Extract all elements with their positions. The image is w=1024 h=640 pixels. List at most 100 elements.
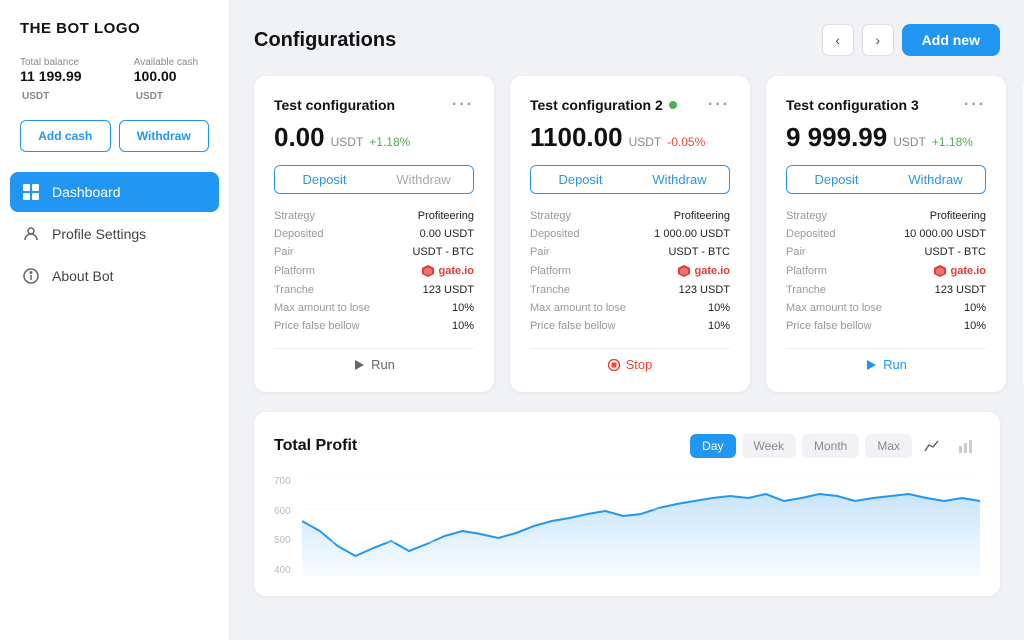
card3-amount-value: 9 999.99 — [786, 122, 887, 153]
withdraw-button[interactable]: Withdraw — [119, 120, 210, 152]
card1-amount-value: 0.00 — [274, 122, 325, 153]
card1-menu[interactable]: ··· — [452, 96, 474, 114]
time-month-button[interactable]: Month — [802, 434, 859, 458]
card1-deposited-row: Deposited 0.00 USDT — [274, 228, 474, 240]
page-title: Configurations — [254, 29, 396, 52]
profit-chart: 700 600 500 400 — [274, 476, 980, 576]
card3-tranche-row: Tranche 123 USDT — [786, 284, 986, 296]
y-label-600: 600 — [274, 506, 291, 517]
card3-withdraw-tab[interactable]: Withdraw — [886, 166, 985, 193]
y-label-400: 400 — [274, 565, 291, 576]
sidebar-logo: THE BOT LOGO — [0, 20, 229, 57]
profit-title: Total Profit — [274, 437, 357, 455]
chart-y-labels: 700 600 500 400 — [274, 476, 291, 576]
user-icon — [22, 225, 40, 243]
card1-pair-row: Pair USDT - BTC — [274, 246, 474, 258]
profit-controls: Day Week Month Max — [690, 432, 980, 460]
sidebar-item-profile[interactable]: Profile Settings — [10, 214, 219, 254]
available-cash-amount: 100.00 USDT — [134, 68, 177, 102]
next-button[interactable]: › — [862, 24, 894, 56]
active-indicator — [669, 101, 677, 109]
card1-run-button[interactable]: Run — [353, 357, 395, 372]
main-header: Configurations ‹ › Add new — [254, 24, 1000, 56]
config-card-3: Test configuration 3 ··· 9 999.99 USDT +… — [766, 76, 1006, 392]
card1-withdraw-tab[interactable]: Withdraw — [374, 166, 473, 193]
y-label-700: 700 — [274, 476, 291, 487]
card3-amount: 9 999.99 USDT +1.18% — [786, 122, 986, 153]
card2-amount-value: 1100.00 — [530, 122, 623, 153]
card1-amount: 0.00 USDT +1.18% — [274, 122, 474, 153]
config-card-2: Test configuration 2 ··· 1100.00 USDT -0… — [510, 76, 750, 392]
info-icon — [22, 267, 40, 285]
card1-platform-row: Platform gate.io — [274, 264, 474, 278]
card3-action: Run — [786, 348, 986, 372]
card3-max-lose-row: Max amount to lose 10% — [786, 302, 986, 314]
card3-header: Test configuration 3 ··· — [786, 96, 986, 114]
card2-stop-button[interactable]: Stop — [608, 357, 653, 372]
card3-deposited-row: Deposited 10 000.00 USDT — [786, 228, 986, 240]
time-max-button[interactable]: Max — [865, 434, 912, 458]
card3-deposit-tab[interactable]: Deposit — [787, 166, 886, 193]
card3-menu[interactable]: ··· — [964, 96, 986, 114]
card1-details: Strategy Profiteering Deposited 0.00 USD… — [274, 210, 474, 332]
sidebar-item-about[interactable]: About Bot — [10, 256, 219, 296]
card2-deposited-row: Deposited 1 000.00 USDT — [530, 228, 730, 240]
card2-currency: USDT — [629, 135, 662, 149]
card1-platform-value: gate.io — [421, 264, 474, 278]
card3-strategy-row: Strategy Profiteering — [786, 210, 986, 222]
sidebar-item-dashboard[interactable]: Dashboard — [10, 172, 219, 212]
time-day-button[interactable]: Day — [690, 434, 735, 458]
card3-title: Test configuration 3 — [786, 97, 919, 113]
card2-deposit-tab[interactable]: Deposit — [531, 166, 630, 193]
line-chart-icon-button[interactable] — [918, 432, 946, 460]
total-balance-label: Total balance — [20, 57, 114, 68]
card2-menu[interactable]: ··· — [708, 96, 730, 114]
card3-pair-row: Pair USDT - BTC — [786, 246, 986, 258]
card2-platform-value: gate.io — [677, 264, 730, 278]
card1-currency: USDT — [331, 135, 364, 149]
grid-icon — [22, 183, 40, 201]
card3-currency: USDT — [893, 135, 926, 149]
bar-chart-icon-button[interactable] — [952, 432, 980, 460]
config-card-1: Test configuration ··· 0.00 USDT +1.18% … — [254, 76, 494, 392]
time-week-button[interactable]: Week — [742, 434, 796, 458]
sidebar-profile-label: Profile Settings — [52, 226, 146, 242]
card2-tranche-row: Tranche 123 USDT — [530, 284, 730, 296]
sidebar-balance: Total balance 11 199.99 USDT Available c… — [0, 57, 229, 120]
card2-price-false-row: Price false bellow 10% — [530, 320, 730, 332]
card3-price-false-row: Price false bellow 10% — [786, 320, 986, 332]
card3-run-button[interactable]: Run — [865, 357, 907, 372]
card2-platform-row: Platform gate.io — [530, 264, 730, 278]
y-label-500: 500 — [274, 535, 291, 546]
sidebar-nav: Dashboard Profile Settings About Bot — [0, 172, 229, 296]
card2-details: Strategy Profiteering Deposited 1 000.00… — [530, 210, 730, 332]
card2-withdraw-tab[interactable]: Withdraw — [630, 166, 729, 193]
add-new-button[interactable]: Add new — [902, 24, 1000, 56]
card3-details: Strategy Profiteering Deposited 10 000.0… — [786, 210, 986, 332]
card2-change: -0.05% — [667, 135, 705, 149]
card2-title: Test configuration 2 — [530, 97, 677, 113]
card2-header: Test configuration 2 ··· — [530, 96, 730, 114]
sidebar-actions: Add cash Withdraw — [0, 120, 229, 172]
card2-strategy-row: Strategy Profiteering — [530, 210, 730, 222]
card3-change: +1.18% — [932, 135, 973, 149]
card3-platform-row: Platform gate.io — [786, 264, 986, 278]
card3-platform-value: gate.io — [933, 264, 986, 278]
card1-action: Run — [274, 348, 474, 372]
main-content: Configurations ‹ › Add new Test configur… — [230, 0, 1024, 640]
card1-header: Test configuration ··· — [274, 96, 474, 114]
add-cash-button[interactable]: Add cash — [20, 120, 111, 152]
total-balance-item: Total balance 11 199.99 USDT — [20, 57, 114, 104]
card1-change: +1.18% — [369, 135, 410, 149]
card2-amount: 1100.00 USDT -0.05% — [530, 122, 730, 153]
profit-chart-svg — [302, 476, 980, 576]
card2-max-lose-row: Max amount to lose 10% — [530, 302, 730, 314]
sidebar: THE BOT LOGO Total balance 11 199.99 USD… — [0, 0, 230, 640]
total-profit-section: Total Profit Day Week Month Max — [254, 412, 1000, 596]
profit-header: Total Profit Day Week Month Max — [274, 432, 980, 460]
available-cash-item: Available cash 100.00 USDT — [134, 57, 209, 104]
available-cash-label: Available cash — [134, 57, 209, 68]
prev-button[interactable]: ‹ — [822, 24, 854, 56]
total-balance-amount: 11 199.99 USDT — [20, 68, 82, 102]
card1-deposit-tab[interactable]: Deposit — [275, 166, 374, 193]
